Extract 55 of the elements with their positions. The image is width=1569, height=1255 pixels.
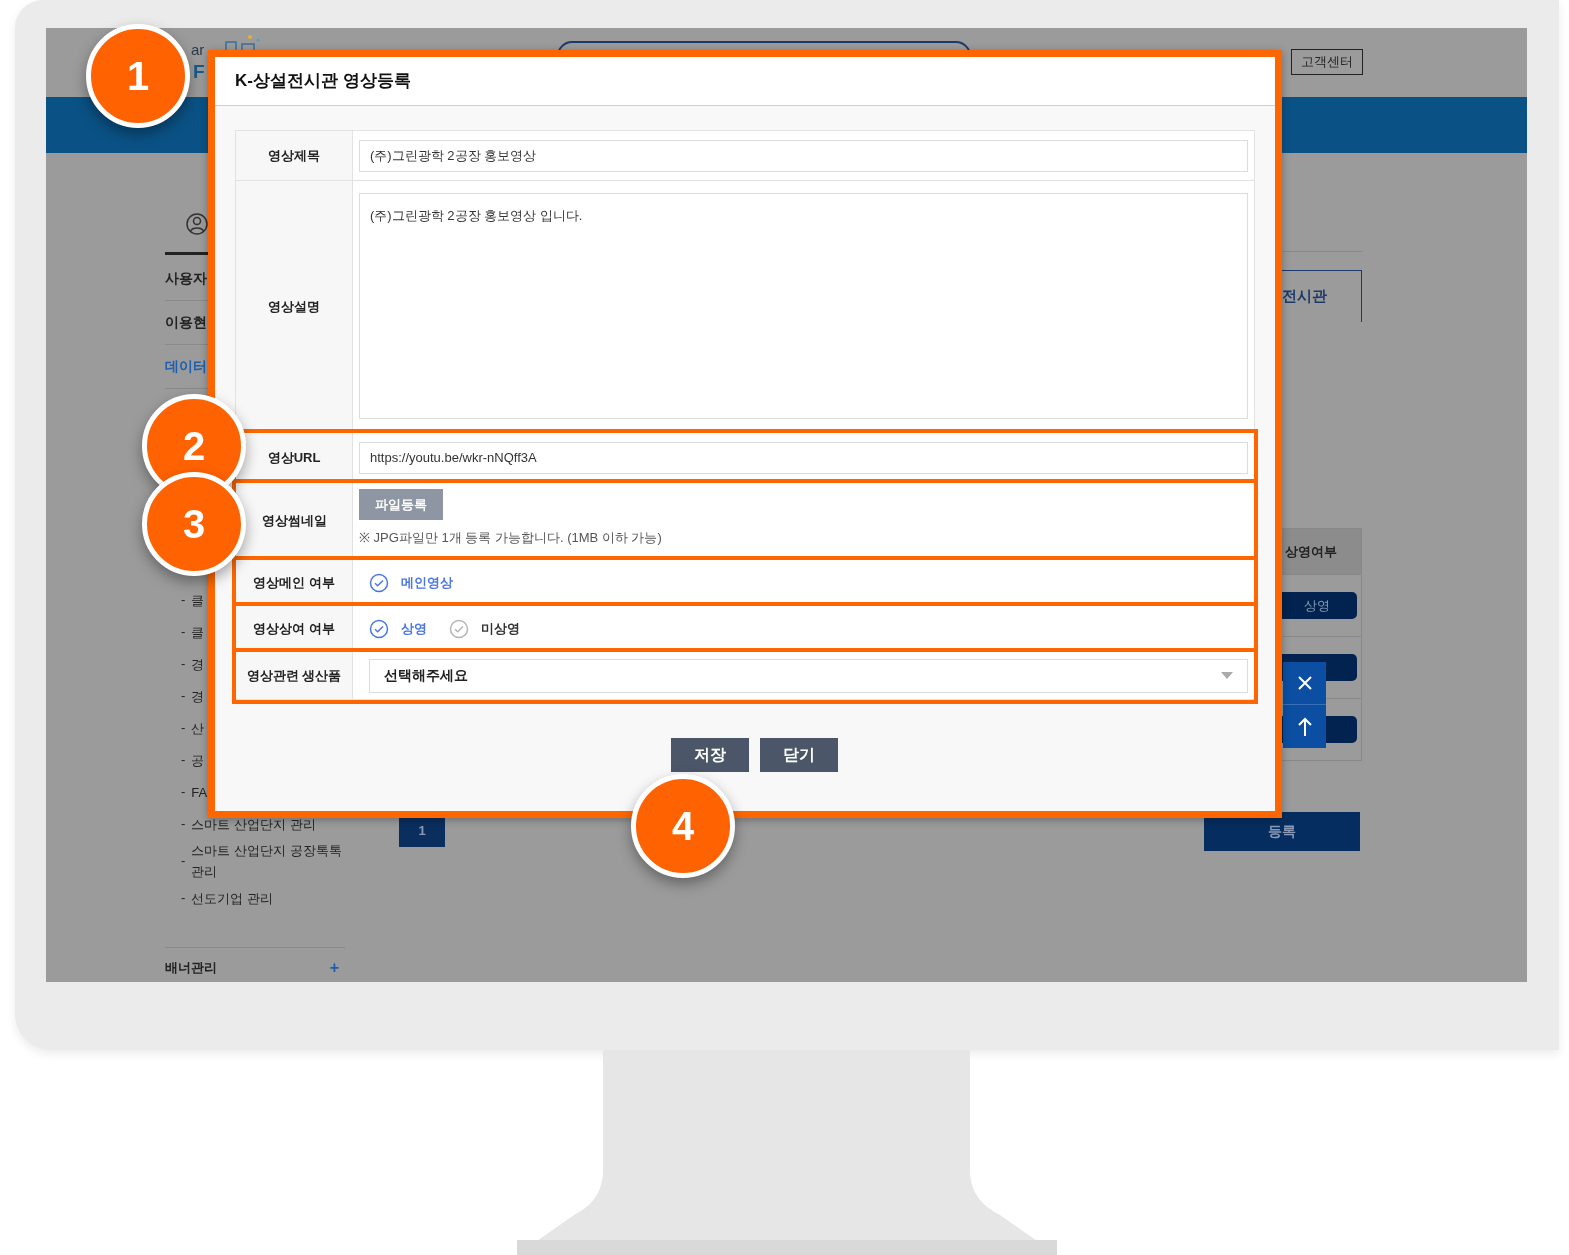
check-circle-icon[interactable]: [369, 572, 389, 593]
field-label: 영상관련 생산품: [246, 666, 342, 685]
bullet-dash: -: [181, 889, 186, 908]
field-label: 영상상여 여부: [253, 619, 335, 638]
bullet-dash: -: [181, 655, 186, 674]
scroll-top-button[interactable]: [1283, 705, 1326, 748]
submenu-item[interactable]: 선도기업 관리: [191, 887, 273, 909]
field-label: 영상제목: [268, 146, 320, 165]
submenu-item[interactable]: 경: [191, 653, 205, 675]
submenu-item[interactable]: 클: [191, 589, 205, 611]
select-field[interactable]: 선택해주세요: [369, 658, 1248, 693]
bullet-dash: -: [181, 591, 186, 610]
register-button[interactable]: 등록: [1204, 812, 1360, 851]
bullet-dash: -: [181, 623, 186, 642]
caret-icon: [1221, 672, 1233, 679]
user-icon: [186, 213, 208, 235]
bullet-dash: -: [181, 783, 186, 802]
save-button[interactable]: 저장: [670, 738, 749, 772]
bullet-dash: -: [181, 815, 186, 834]
submenu-item[interactable]: 스마트 산업단지 공장톡톡 관리: [191, 840, 351, 882]
textarea-field[interactable]: (주)그린광학 2공장 홍보영상 입니다.: [359, 193, 1248, 419]
check-circle-icon[interactable]: [449, 618, 469, 639]
bullet-dash: -: [181, 687, 186, 706]
field-label: 영상설명: [268, 297, 320, 316]
sidebar-item[interactable]: 사용자: [165, 268, 207, 289]
submenu-item[interactable]: FA: [191, 781, 208, 803]
bullet-dash: -: [181, 719, 186, 738]
bullet-dash: -: [181, 751, 186, 770]
close-icon: [1296, 675, 1313, 691]
submenu-item[interactable]: 경: [191, 685, 205, 707]
submenu-item[interactable]: 산: [191, 717, 205, 739]
file-upload-button[interactable]: 파일등록: [359, 489, 443, 520]
arrow-up-icon: [1297, 716, 1312, 737]
radio-label[interactable]: 메인영상: [401, 572, 453, 593]
close-button[interactable]: [1283, 662, 1326, 705]
submenu-item[interactable]: 클: [191, 621, 205, 643]
file-note: ※ JPG파일만 1개 등록 가능합니다. (1MB 이하 가능): [359, 529, 662, 547]
customer-center-button[interactable]: 고객센터: [1291, 49, 1363, 75]
close-button[interactable]: 닫기: [759, 738, 838, 772]
field-label: 영상메인 여부: [253, 573, 335, 592]
text-field[interactable]: https://youtu.be/wkr-nNQff3A: [359, 441, 1248, 474]
logo-text: ar: [191, 42, 205, 57]
field-label: 영상URL: [267, 448, 321, 467]
modal-title: K-상설전시관 영상등록: [235, 70, 411, 93]
field-label: 영상썸네일: [261, 512, 327, 531]
radio-label[interactable]: 미상영: [481, 618, 520, 639]
submenu-item[interactable]: 스마트 산업단지 관리: [191, 813, 316, 835]
sidebar-item[interactable]: 이용현: [165, 312, 207, 333]
text-field[interactable]: (주)그린광학 2공장 홍보영상: [359, 139, 1248, 172]
submenu-item[interactable]: 공: [191, 749, 205, 771]
logo-text: F: [193, 62, 205, 81]
bullet-dash: -: [181, 852, 186, 871]
check-circle-icon[interactable]: [369, 618, 389, 639]
sidebar-item[interactable]: 배너관리: [165, 958, 217, 978]
radio-label[interactable]: 상영: [401, 618, 427, 639]
